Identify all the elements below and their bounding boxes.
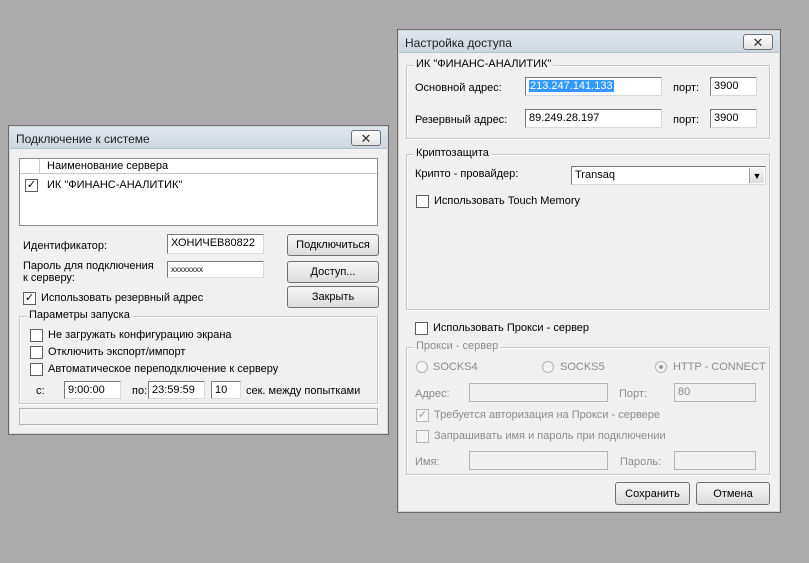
access-dialog-titlebar[interactable]: Настройка доступа ✕ <box>399 31 779 53</box>
from-label: с: <box>36 385 45 397</box>
close-icon[interactable]: ✕ <box>351 130 381 146</box>
proxy-group: Прокси - сервер SOCKS4 SOCKS5 HTTP - CON… <box>406 340 770 475</box>
use-backup-checkbox[interactable]: ✓ <box>23 292 36 305</box>
password-label-line2: к серверу: <box>23 272 75 284</box>
server-address-group: ИК "ФИНАНС-АНАЛИТИК" Основной адрес: 213… <box>406 58 770 139</box>
connect-dialog-title: Подключение к системе <box>16 132 150 146</box>
crypto-provider-select[interactable]: Transaq ▼ <box>571 166 766 185</box>
socks5-label: SOCKS5 <box>560 361 605 373</box>
crypto-provider-value: Transaq <box>575 169 615 181</box>
socks4-radio[interactable] <box>416 361 428 373</box>
socks5-radio[interactable] <box>542 361 554 373</box>
proxy-group-title: Прокси - сервер <box>414 340 501 352</box>
use-proxy-checkbox[interactable] <box>415 322 428 335</box>
auth-required-checkbox[interactable]: ✓ <box>416 409 429 422</box>
proxy-address-label: Адрес: <box>415 388 450 400</box>
list-item[interactable]: ✓ ИК "ФИНАНС-АНАЛИТИК" <box>20 177 377 194</box>
chevron-down-icon[interactable]: ▼ <box>749 168 764 183</box>
from-time-input[interactable]: 9:00:00 <box>64 381 121 399</box>
main-address-value: 213.247.141.133 <box>529 80 614 92</box>
password-label-line1: Пароль для подключения <box>23 260 154 272</box>
password-input[interactable]: xxxxxxxx <box>167 261 264 278</box>
proxy-port-input[interactable]: 80 <box>674 383 756 402</box>
auto-reconnect-checkbox[interactable] <box>30 363 43 376</box>
use-backup-label: Использовать резервный адрес <box>41 292 204 304</box>
disable-export-label: Отключить экспорт/импорт <box>48 346 186 358</box>
server-name: ИК "ФИНАНС-АНАЛИТИК" <box>47 179 183 191</box>
http-connect-label: HTTP - CONNECT <box>673 361 766 373</box>
main-address-input[interactable]: 213.247.141.133 <box>525 77 662 96</box>
startup-params-group: Параметры запуска Не загружать конфигура… <box>19 309 378 404</box>
connect-dialog: Подключение к системе ✕ Наименование сер… <box>8 125 389 435</box>
main-port-label: порт: <box>673 82 700 94</box>
close-icon[interactable]: ✕ <box>743 34 773 50</box>
status-bar <box>19 408 378 425</box>
identifier-input[interactable]: ХОНИЧЕВ80822 <box>167 234 264 254</box>
interval-label: сек. между попытками <box>246 385 361 397</box>
ask-credentials-label: Запрашивать имя и пароль при подключении <box>434 430 666 442</box>
proxy-port-label: Порт: <box>619 388 647 400</box>
touch-memory-checkbox[interactable] <box>416 195 429 208</box>
touch-memory-label: Использовать Touch Memory <box>434 195 580 207</box>
crypto-group: Криптозащита Крипто - провайдер: Transaq… <box>406 147 770 310</box>
to-time-input[interactable]: 23:59:59 <box>148 381 205 399</box>
startup-params-title: Параметры запуска <box>27 309 132 321</box>
socks4-label: SOCKS4 <box>433 361 478 373</box>
ask-credentials-checkbox[interactable] <box>416 430 429 443</box>
proxy-name-label: Имя: <box>415 456 440 468</box>
no-screen-config-label: Не загружать конфигурацию экрана <box>48 329 232 341</box>
use-proxy-label: Использовать Прокси - сервер <box>433 322 590 334</box>
server-list-column-header: Наименование сервера <box>47 160 169 172</box>
interval-input[interactable]: 10 <box>211 381 241 399</box>
backup-port-input[interactable]: 3900 <box>710 109 757 128</box>
connect-dialog-titlebar[interactable]: Подключение к системе ✕ <box>10 127 387 149</box>
crypto-provider-label: Крипто - провайдер: <box>415 168 519 180</box>
identifier-label: Идентификатор: <box>23 240 108 252</box>
close-button[interactable]: Закрыть <box>287 286 379 308</box>
access-button[interactable]: Доступ... <box>287 261 379 283</box>
proxy-name-input[interactable] <box>469 451 608 470</box>
proxy-password-label: Пароль: <box>620 456 662 468</box>
backup-address-input[interactable]: 89.249.28.197 <box>525 109 662 128</box>
backup-port-label: порт: <box>673 114 700 126</box>
access-dialog: Настройка доступа ✕ ИК "ФИНАНС-АНАЛИТИК"… <box>397 29 781 513</box>
auto-reconnect-label: Автоматическое переподключение к серверу <box>48 363 279 375</box>
main-address-label: Основной адрес: <box>415 82 502 94</box>
save-button[interactable]: Сохранить <box>615 482 690 505</box>
connect-button[interactable]: Подключиться <box>287 234 379 256</box>
disable-export-checkbox[interactable] <box>30 346 43 359</box>
server-list[interactable]: Наименование сервера ✓ ИК "ФИНАНС-АНАЛИТ… <box>19 158 378 226</box>
server-group-title: ИК "ФИНАНС-АНАЛИТИК" <box>414 58 554 70</box>
server-list-header: Наименование сервера <box>20 159 377 174</box>
access-dialog-title: Настройка доступа <box>405 36 512 50</box>
auth-required-label: Требуется авторизация на Прокси - сервер… <box>434 409 661 421</box>
no-screen-config-checkbox[interactable] <box>30 329 43 342</box>
backup-address-label: Резервный адрес: <box>415 114 508 126</box>
to-label: по: <box>132 385 148 397</box>
proxy-address-input[interactable] <box>469 383 608 402</box>
server-list-check-column <box>20 159 40 174</box>
cancel-button[interactable]: Отмена <box>696 482 770 505</box>
server-checkbox[interactable]: ✓ <box>25 179 38 192</box>
main-port-input[interactable]: 3900 <box>710 77 757 96</box>
proxy-password-input[interactable] <box>674 451 756 470</box>
http-connect-radio[interactable] <box>655 361 667 373</box>
crypto-group-title: Криптозащита <box>414 147 491 159</box>
